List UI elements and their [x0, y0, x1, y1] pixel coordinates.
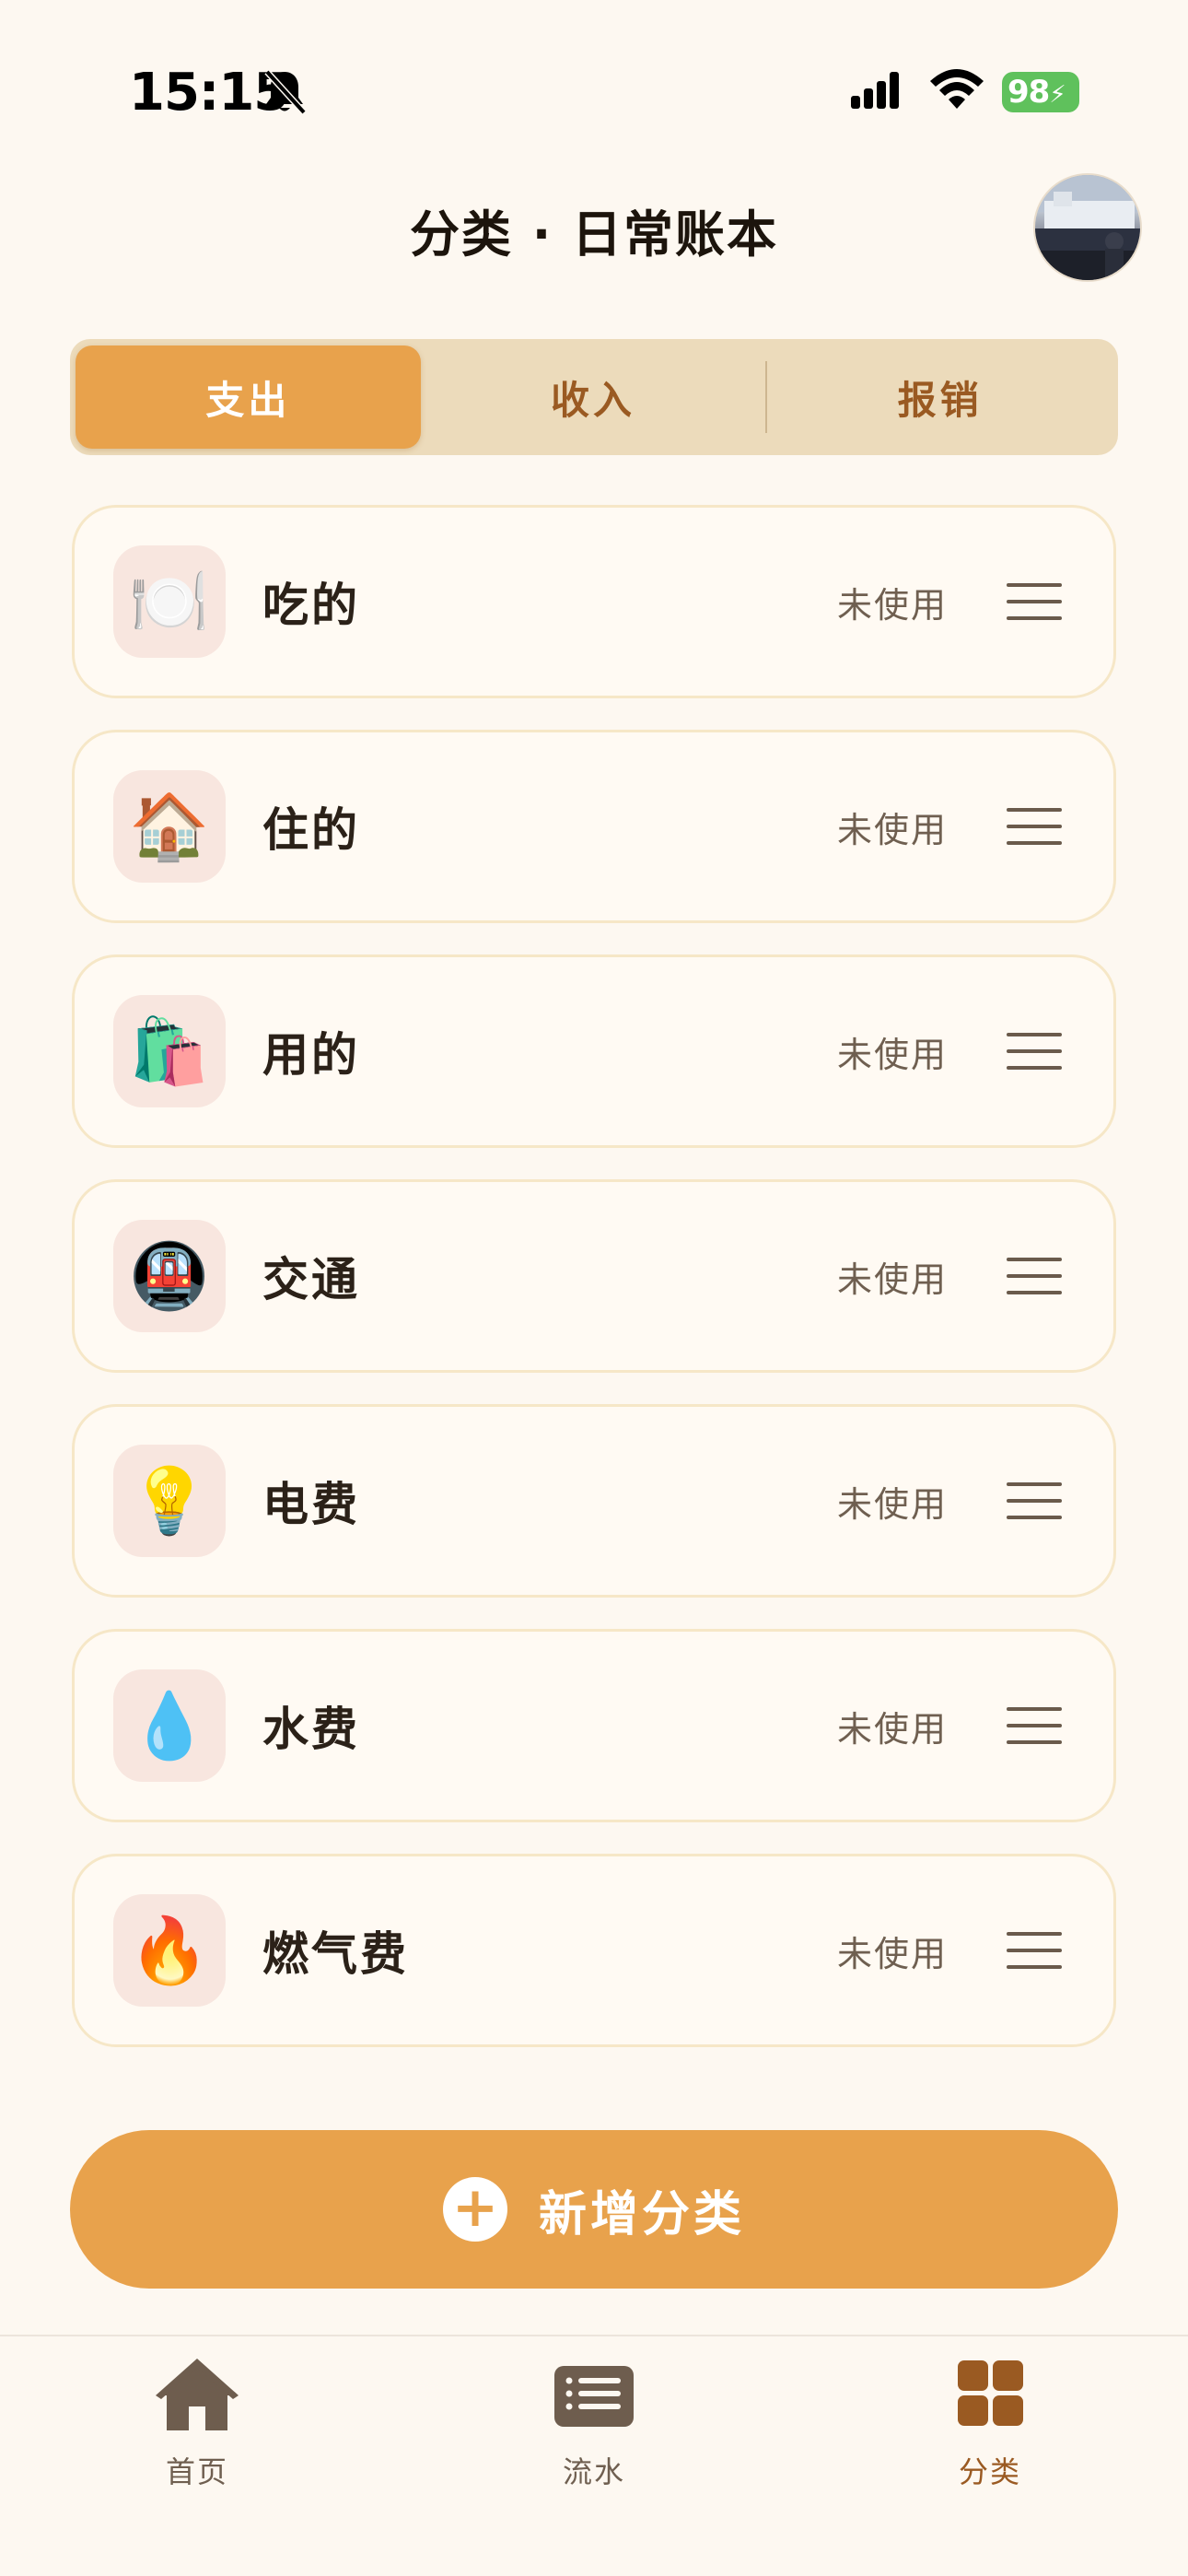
charging-bolt-icon: ⚡	[1049, 81, 1066, 109]
droplet-icon: 💧	[113, 1669, 226, 1782]
category-name: 电费	[262, 1478, 360, 1531]
tab-expense[interactable]: 支出	[76, 345, 421, 449]
tab-categories[interactable]: 分类	[898, 2359, 1082, 2491]
drag-handle-icon[interactable]	[1007, 808, 1062, 845]
tab-transactions[interactable]: 流水	[502, 2359, 686, 2491]
type-segmented-control: 支出 收入 报销	[70, 339, 1118, 455]
category-name: 用的	[262, 1028, 360, 1082]
category-status: 未使用	[836, 1034, 948, 1075]
battery-indicator: 98⚡	[1002, 72, 1079, 112]
metro-icon: 🚇	[113, 1220, 226, 1332]
drag-handle-icon[interactable]	[1007, 1258, 1062, 1294]
list-icon	[554, 2366, 634, 2427]
drag-handle-icon[interactable]	[1007, 583, 1062, 620]
tab-income[interactable]: 收入	[421, 345, 766, 449]
category-item[interactable]: 🔥 燃气费 未使用	[72, 1854, 1116, 2047]
shopping-bags-icon: 🛍️	[113, 995, 226, 1107]
add-category-button[interactable]: + 新增分类	[70, 2130, 1118, 2289]
category-status: 未使用	[836, 1708, 948, 1750]
category-item[interactable]: 🏠 住的 未使用	[72, 730, 1116, 923]
page-title: 分类 · 日常账本	[409, 205, 779, 263]
home-icon	[156, 2359, 239, 2430]
light-bulb-icon: 💡	[113, 1445, 226, 1557]
category-list: 🍽️ 吃的 未使用 🏠 住的 未使用 🛍️ 用的 未使用 🚇 交通 未使用 💡 …	[72, 505, 1116, 2078]
house-icon: 🏠	[113, 770, 226, 883]
category-name: 住的	[262, 803, 360, 857]
avatar-photo	[1035, 175, 1140, 280]
fire-icon: 🔥	[113, 1894, 226, 2007]
tab-reimbursement[interactable]: 报销	[767, 345, 1112, 449]
add-category-label: 新增分类	[538, 2186, 745, 2242]
category-status: 未使用	[836, 1483, 948, 1525]
drag-handle-icon[interactable]	[1007, 1707, 1062, 1744]
plus-icon: +	[442, 2177, 507, 2242]
category-name: 交通	[262, 1253, 360, 1306]
category-status: 未使用	[836, 809, 948, 850]
category-name: 吃的	[262, 579, 360, 632]
battery-level: 98	[1007, 74, 1050, 111]
grid-icon	[958, 2360, 1023, 2426]
category-status: 未使用	[836, 584, 948, 626]
category-status: 未使用	[836, 1933, 948, 1974]
tab-label: 分类	[958, 2454, 1021, 2489]
category-item[interactable]: 💧 水费 未使用	[72, 1629, 1116, 1822]
wifi-icon	[930, 69, 984, 109]
status-bar: 15:15 98⚡	[0, 0, 1188, 175]
category-item[interactable]: 💡 电费 未使用	[72, 1404, 1116, 1598]
bottom-tab-bar: 首页 流水 分类	[0, 2335, 1188, 2576]
plate-cutlery-icon: 🍽️	[113, 545, 226, 658]
category-item[interactable]: 🍽️ 吃的 未使用	[72, 505, 1116, 698]
category-status: 未使用	[836, 1259, 948, 1300]
tab-home[interactable]: 首页	[105, 2359, 289, 2491]
drag-handle-icon[interactable]	[1007, 1033, 1062, 1070]
avatar[interactable]	[1033, 173, 1142, 282]
bell-off-icon	[264, 69, 307, 115]
tab-label: 首页	[165, 2454, 228, 2489]
drag-handle-icon[interactable]	[1007, 1932, 1062, 1969]
signal-icon	[851, 72, 899, 109]
tab-label: 流水	[562, 2454, 625, 2489]
category-name: 燃气费	[262, 1927, 409, 1981]
category-name: 水费	[262, 1703, 360, 1756]
drag-handle-icon[interactable]	[1007, 1482, 1062, 1519]
category-item[interactable]: 🚇 交通 未使用	[72, 1179, 1116, 1373]
category-item[interactable]: 🛍️ 用的 未使用	[72, 954, 1116, 1148]
